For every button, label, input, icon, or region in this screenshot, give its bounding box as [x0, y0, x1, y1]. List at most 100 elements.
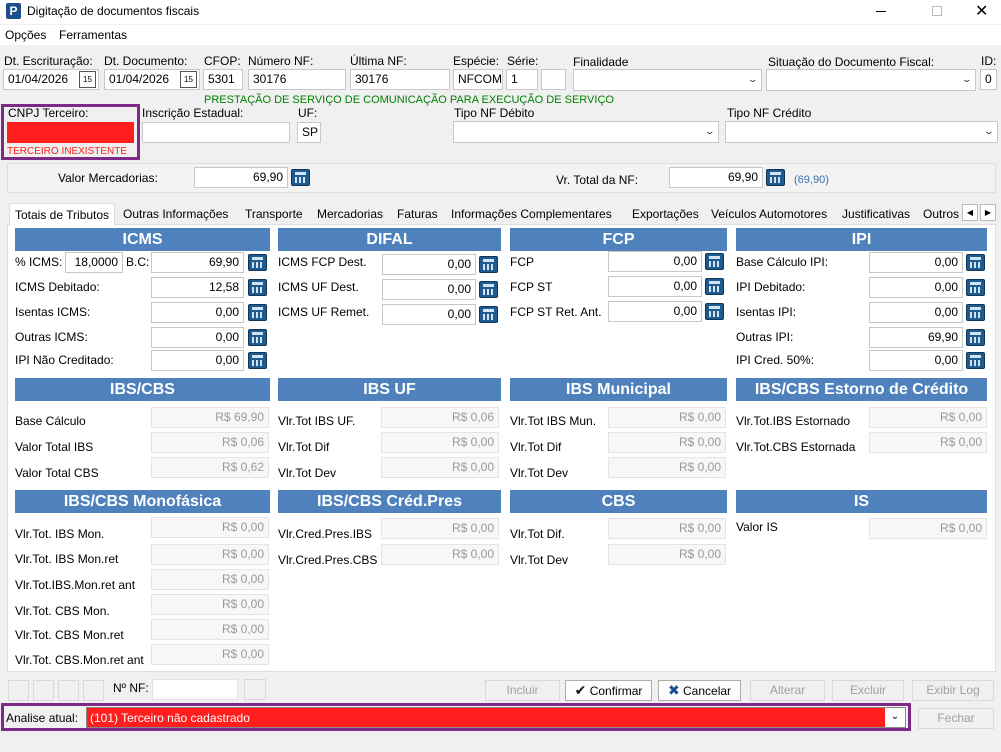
tab-exportacoes[interactable]: Exportações: [627, 203, 704, 225]
nf-search-input[interactable]: [152, 679, 238, 700]
cancelar-button[interactable]: ✖ Cancelar: [658, 680, 741, 701]
ibsmun-row-input: R$ 0,00: [608, 457, 726, 478]
ipi-row-input[interactable]: 0,00: [869, 302, 963, 323]
cnpj-error: TERCEIRO INEXISTENTE: [7, 146, 128, 157]
calculator-icon[interactable]: [248, 279, 267, 296]
cnpj-input[interactable]: [7, 122, 134, 143]
is-row-label: Valor IS: [736, 520, 778, 534]
cnpj-label: CNPJ Terceiro:: [8, 106, 89, 120]
ipi-row-input[interactable]: 0,00: [869, 252, 963, 273]
cfop-input[interactable]: 5301: [203, 69, 243, 90]
vr-total-nf-hint: (69,90): [794, 174, 829, 186]
calculator-icon[interactable]: [966, 304, 985, 321]
calculator-icon[interactable]: [248, 352, 267, 369]
tab-justificativas[interactable]: Justificativas: [837, 203, 915, 225]
especie-input[interactable]: NFCOM: [453, 69, 503, 90]
dt-documento-label: Dt. Documento:: [104, 54, 188, 68]
id-input[interactable]: 0: [980, 69, 997, 90]
icms-row-input[interactable]: 12,58: [151, 277, 244, 298]
ibsmun-row-input: R$ 0,00: [608, 407, 726, 428]
calculator-icon[interactable]: [966, 254, 985, 271]
tab-mercadorias[interactable]: Mercadorias: [312, 203, 388, 225]
difal-row-input[interactable]: 0,00: [382, 254, 476, 275]
icms-bc-input[interactable]: 69,90: [151, 252, 244, 273]
maximize-icon[interactable]: [932, 6, 942, 16]
fcp-row-input[interactable]: 0,00: [608, 301, 702, 322]
nav-last-button[interactable]: [83, 680, 104, 701]
tab-scroll-right-icon[interactable]: ▶: [980, 204, 996, 221]
numero-nf-input[interactable]: 30176: [248, 69, 346, 90]
mono-row-input: R$ 0,00: [151, 569, 269, 590]
calculator-icon[interactable]: [966, 279, 985, 296]
tipo-nf-debito-select[interactable]: ⌄: [453, 121, 719, 143]
tab-transporte[interactable]: Transporte: [240, 203, 308, 225]
calculator-icon[interactable]: [966, 329, 985, 346]
calculator-icon[interactable]: [248, 304, 267, 321]
calculator-icon[interactable]: [766, 169, 785, 186]
calculator-icon[interactable]: [479, 256, 498, 273]
finalidade-select[interactable]: ⌄: [573, 69, 762, 91]
fcp-row-input[interactable]: 0,00: [608, 276, 702, 297]
calculator-icon[interactable]: [479, 306, 498, 323]
tab-veiculos-automotores[interactable]: Veículos Automotores: [706, 203, 832, 225]
calculator-icon[interactable]: [705, 253, 724, 270]
alterar-button[interactable]: Alterar: [750, 680, 825, 701]
nav-next-button[interactable]: [58, 680, 79, 701]
calendar-icon[interactable]: 15: [180, 71, 197, 88]
calculator-icon[interactable]: [248, 329, 267, 346]
fechar-button[interactable]: Fechar: [918, 708, 994, 729]
tipo-nf-credito-select[interactable]: ⌄: [725, 121, 998, 143]
icms-row-input[interactable]: 0,00: [151, 350, 244, 371]
fcp-header: FCP: [510, 228, 727, 251]
situacao-select[interactable]: ⌄: [766, 69, 976, 91]
subserie-input[interactable]: [541, 69, 566, 90]
calculator-icon[interactable]: [479, 281, 498, 298]
confirmar-button[interactable]: ✔ Confirmar: [565, 680, 652, 701]
tab-outros[interactable]: Outros: [918, 203, 962, 225]
nf-search-button[interactable]: [244, 679, 266, 700]
tab-outras-informacoes[interactable]: Outras Informações: [118, 203, 233, 225]
calculator-icon[interactable]: [705, 303, 724, 320]
minimize-icon[interactable]: [876, 11, 886, 12]
icms-row-input[interactable]: 0,00: [151, 302, 244, 323]
serie-input[interactable]: 1: [506, 69, 538, 90]
close-icon[interactable]: ✕: [975, 1, 988, 21]
ultima-nf-input[interactable]: 30176: [350, 69, 450, 90]
ipi-row-label: Base Cálculo IPI:: [736, 255, 829, 269]
calendar-icon[interactable]: 15: [79, 71, 96, 88]
difal-row-label: ICMS UF Remet.: [278, 305, 370, 319]
icms-pct-input[interactable]: 18,0000: [65, 252, 123, 273]
tab-totais-de-tributos[interactable]: Totais de Tributos: [9, 203, 116, 226]
tab-faturas[interactable]: Faturas: [392, 203, 443, 225]
calculator-icon[interactable]: [966, 352, 985, 369]
exibir-log-button[interactable]: Exibir Log: [912, 680, 994, 701]
ibsuf-row-input: R$ 0,00: [381, 457, 499, 478]
mono-header: IBS/CBS Monofásica: [15, 490, 270, 513]
fcp-row-input[interactable]: 0,00: [608, 251, 702, 272]
icms-row-label: Outras ICMS:: [15, 330, 88, 344]
menu-opcoes[interactable]: Opções: [5, 28, 46, 42]
vr-total-nf-input[interactable]: 69,90: [669, 167, 763, 188]
tab-informacoes-complementares[interactable]: Informações Complementares: [446, 203, 617, 225]
ipi-header: IPI: [736, 228, 987, 251]
uf-input[interactable]: SP: [297, 122, 321, 143]
ipi-row-input[interactable]: 69,90: [869, 327, 963, 348]
valor-mercadorias-input[interactable]: 69,90: [194, 167, 288, 188]
difal-row-input[interactable]: 0,00: [382, 279, 476, 300]
ie-input[interactable]: [142, 122, 290, 143]
menu-ferramentas[interactable]: Ferramentas: [59, 28, 127, 42]
nav-prev-button[interactable]: [33, 680, 54, 701]
calculator-icon[interactable]: [248, 254, 267, 271]
calculator-icon[interactable]: [705, 278, 724, 295]
excluir-button[interactable]: Excluir: [832, 680, 904, 701]
difal-row-input[interactable]: 0,00: [382, 304, 476, 325]
analise-select[interactable]: (101) Terceiro não cadastrado ⌄: [86, 707, 906, 728]
icms-row-input[interactable]: 0,00: [151, 327, 244, 348]
ipi-row-input[interactable]: 0,00: [869, 277, 963, 298]
calculator-icon[interactable]: [291, 169, 310, 186]
nav-first-button[interactable]: [8, 680, 29, 701]
ipi-row-input[interactable]: 0,00: [869, 350, 963, 371]
tab-scroll-left-icon[interactable]: ◀: [962, 204, 978, 221]
mono-row-input: R$ 0,00: [151, 544, 269, 565]
incluir-button[interactable]: Incluir: [485, 680, 560, 701]
